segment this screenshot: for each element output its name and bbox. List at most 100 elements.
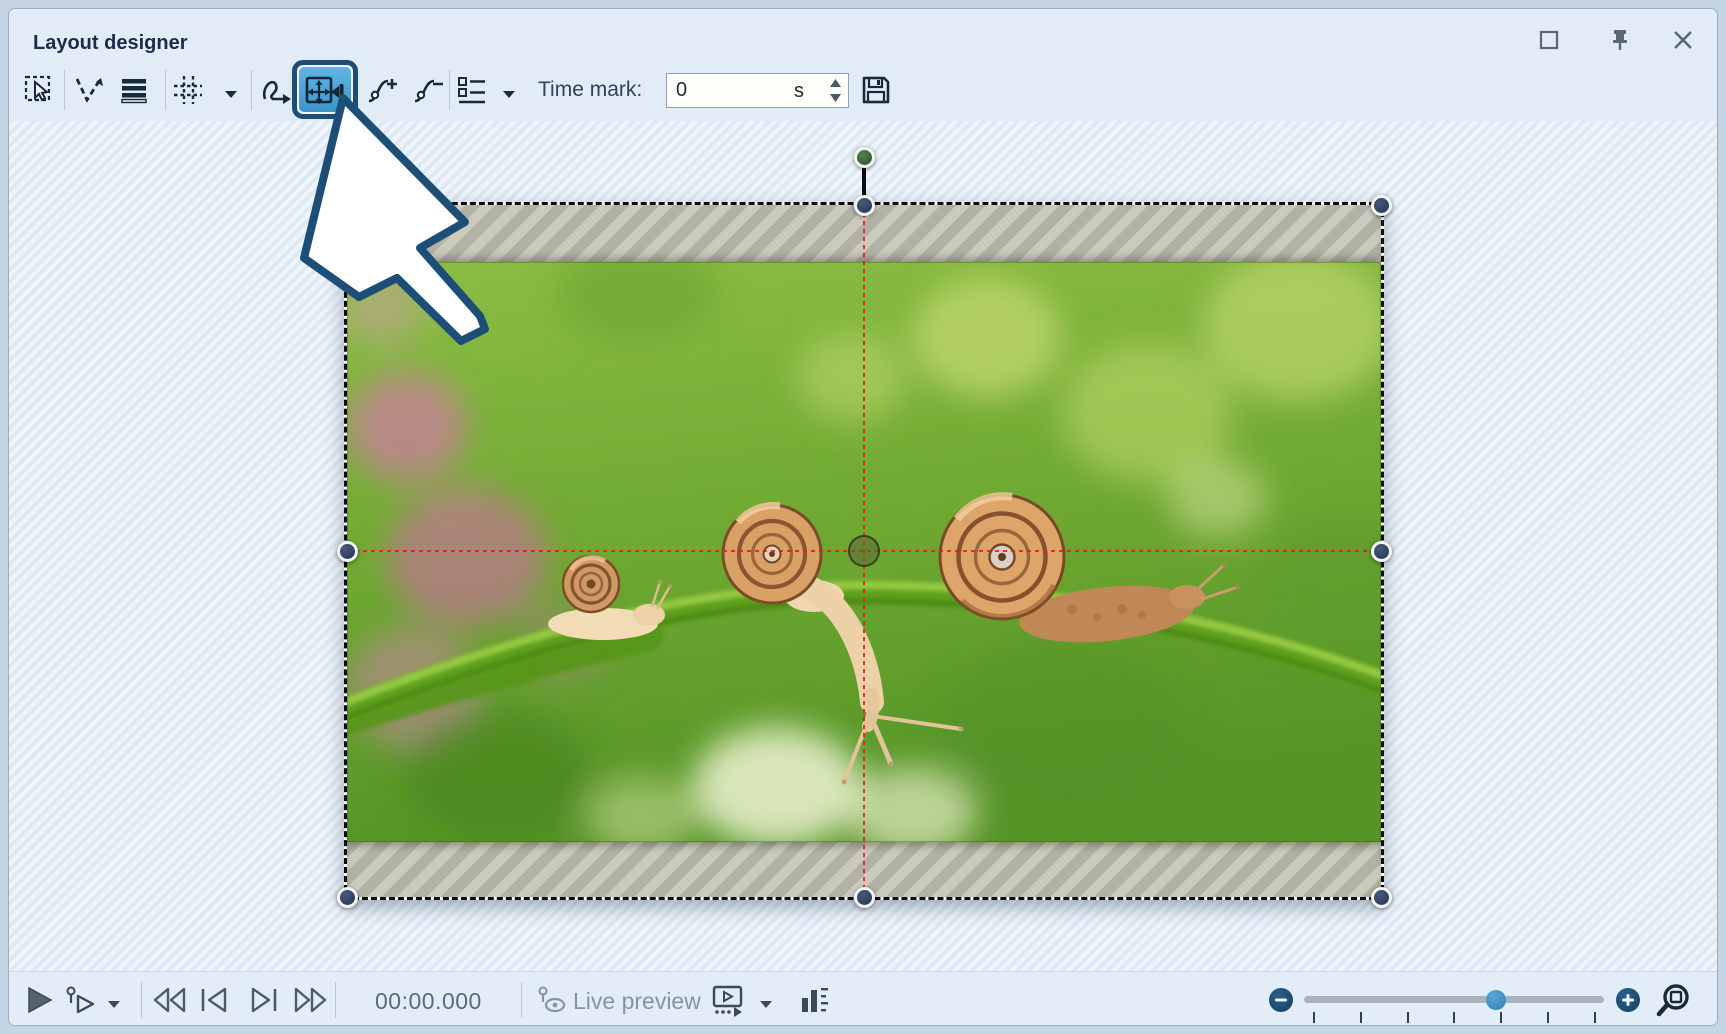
zoom-tick [1313, 1012, 1315, 1023]
resize-handle-top-left[interactable] [337, 195, 358, 216]
show-motion-paths-button[interactable] [73, 75, 107, 110]
resize-handle-middle-left[interactable] [337, 541, 358, 562]
add-keyframe-button[interactable] [366, 75, 400, 110]
remove-keyframe-icon [412, 75, 446, 105]
zoom-slider-thumb[interactable] [1486, 990, 1506, 1010]
save-layout-button[interactable] [860, 74, 892, 111]
object-list-button[interactable] [456, 75, 488, 110]
camera-pan-button-active[interactable] [292, 60, 358, 119]
motion-path-icon [260, 75, 292, 105]
preview-monitor-icon [711, 985, 747, 1017]
transport-separator [335, 982, 336, 1018]
selection-tool-icon [23, 74, 55, 106]
close-button[interactable] [1670, 27, 1696, 53]
chevron-down-icon [759, 1000, 773, 1009]
grid-icon [172, 74, 204, 106]
statistics-bars-icon [801, 986, 829, 1014]
previous-icon [199, 987, 233, 1013]
chevron-down-icon [830, 94, 841, 102]
time-mark-field: s [666, 73, 849, 108]
play-options-dropdown[interactable] [107, 996, 121, 1014]
next-frame-button[interactable] [245, 987, 279, 1018]
grid-dropdown[interactable] [224, 86, 238, 104]
resize-handle-bottom-right[interactable] [1371, 887, 1392, 908]
chevron-down-icon [502, 90, 516, 99]
chevron-down-icon [107, 1000, 121, 1009]
maximize-button[interactable] [1536, 27, 1562, 53]
toolbar-separator [165, 70, 166, 110]
time-mark-input[interactable] [667, 74, 797, 107]
chevron-up-icon [830, 79, 841, 87]
stack-order-button[interactable] [119, 76, 149, 109]
grid-button[interactable] [172, 74, 204, 111]
toolbar-separator [251, 70, 252, 110]
transport-separator [521, 982, 522, 1018]
next-icon [245, 987, 279, 1013]
spinner-up-button[interactable] [827, 76, 843, 90]
object-list-icon [456, 75, 488, 105]
zoom-tick [1360, 1012, 1362, 1023]
layout-canvas[interactable] [9, 121, 1717, 971]
center-handle[interactable] [848, 535, 880, 567]
time-mark-spinner [827, 76, 843, 106]
camera-pan-button-face [299, 67, 351, 112]
remove-keyframe-button[interactable] [412, 75, 446, 110]
resize-handle-bottom-center[interactable] [854, 887, 875, 908]
selection-tool-button[interactable] [23, 74, 55, 111]
zoom-tick [1594, 1012, 1596, 1023]
live-preview-toggle[interactable] [537, 986, 567, 1019]
layout-designer-window: Layout designer [8, 8, 1718, 1026]
titlebar: Layout designer [9, 9, 1717, 59]
skip-to-end-button[interactable] [291, 987, 329, 1018]
rotation-handle[interactable] [854, 147, 875, 168]
close-icon [1670, 27, 1696, 53]
resize-handle-top-right[interactable] [1371, 195, 1392, 216]
transport-bar: 00:00.000 Live preview [9, 971, 1717, 1026]
pin-button[interactable] [1607, 27, 1633, 53]
preview-window-button[interactable] [711, 985, 747, 1022]
zoom-tick [1407, 1012, 1409, 1023]
previous-frame-button[interactable] [199, 987, 233, 1018]
transport-separator [141, 982, 142, 1018]
plus-icon [1621, 993, 1635, 1007]
zoom-out-button[interactable] [1269, 988, 1293, 1012]
play-icon [27, 987, 53, 1013]
magnifier-fit-icon [1655, 982, 1693, 1020]
toolbar-separator [449, 70, 450, 110]
resize-handle-bottom-left[interactable] [337, 887, 358, 908]
camera-pan-icon [304, 73, 346, 107]
spinner-down-button[interactable] [827, 91, 843, 105]
skip-to-start-button[interactable] [151, 987, 189, 1018]
maximize-icon [1536, 27, 1562, 53]
resize-handle-middle-right[interactable] [1371, 541, 1392, 562]
statistics-button[interactable] [801, 986, 829, 1019]
zoom-to-fit-button[interactable] [1655, 982, 1693, 1025]
zoom-in-button[interactable] [1616, 988, 1640, 1012]
live-preview-label: Live preview [573, 988, 701, 1015]
timecode-display: 00:00.000 [375, 988, 482, 1015]
fast-rewind-icon [151, 987, 189, 1013]
motion-path-check-icon [73, 75, 107, 105]
play-from-pin-icon [65, 986, 99, 1014]
live-preview-pin-eye-icon [537, 986, 567, 1014]
object-list-dropdown[interactable] [502, 86, 516, 104]
add-keyframe-icon [366, 75, 400, 105]
preview-options-dropdown[interactable] [759, 996, 773, 1014]
zoom-tick [1453, 1012, 1455, 1023]
time-mark-unit: s [794, 80, 804, 103]
play-from-timemark-button[interactable] [65, 986, 99, 1019]
zoom-slider-track[interactable] [1304, 996, 1604, 1003]
toolbar-separator [64, 70, 65, 110]
resize-handle-top-center[interactable] [854, 195, 875, 216]
stack-order-icon [119, 76, 149, 104]
save-icon [860, 74, 892, 106]
time-mark-label: Time mark: [538, 78, 642, 102]
motion-path-button[interactable] [260, 75, 292, 110]
pin-icon [1607, 27, 1633, 53]
zoom-tick [1500, 1012, 1502, 1023]
screen: { "window": { "title": "Layout designer"… [0, 0, 1726, 1034]
zoom-tick [1547, 1012, 1549, 1023]
toolbar: Time mark: s [9, 59, 1717, 121]
play-button[interactable] [27, 987, 53, 1018]
fast-forward-icon [291, 987, 329, 1013]
